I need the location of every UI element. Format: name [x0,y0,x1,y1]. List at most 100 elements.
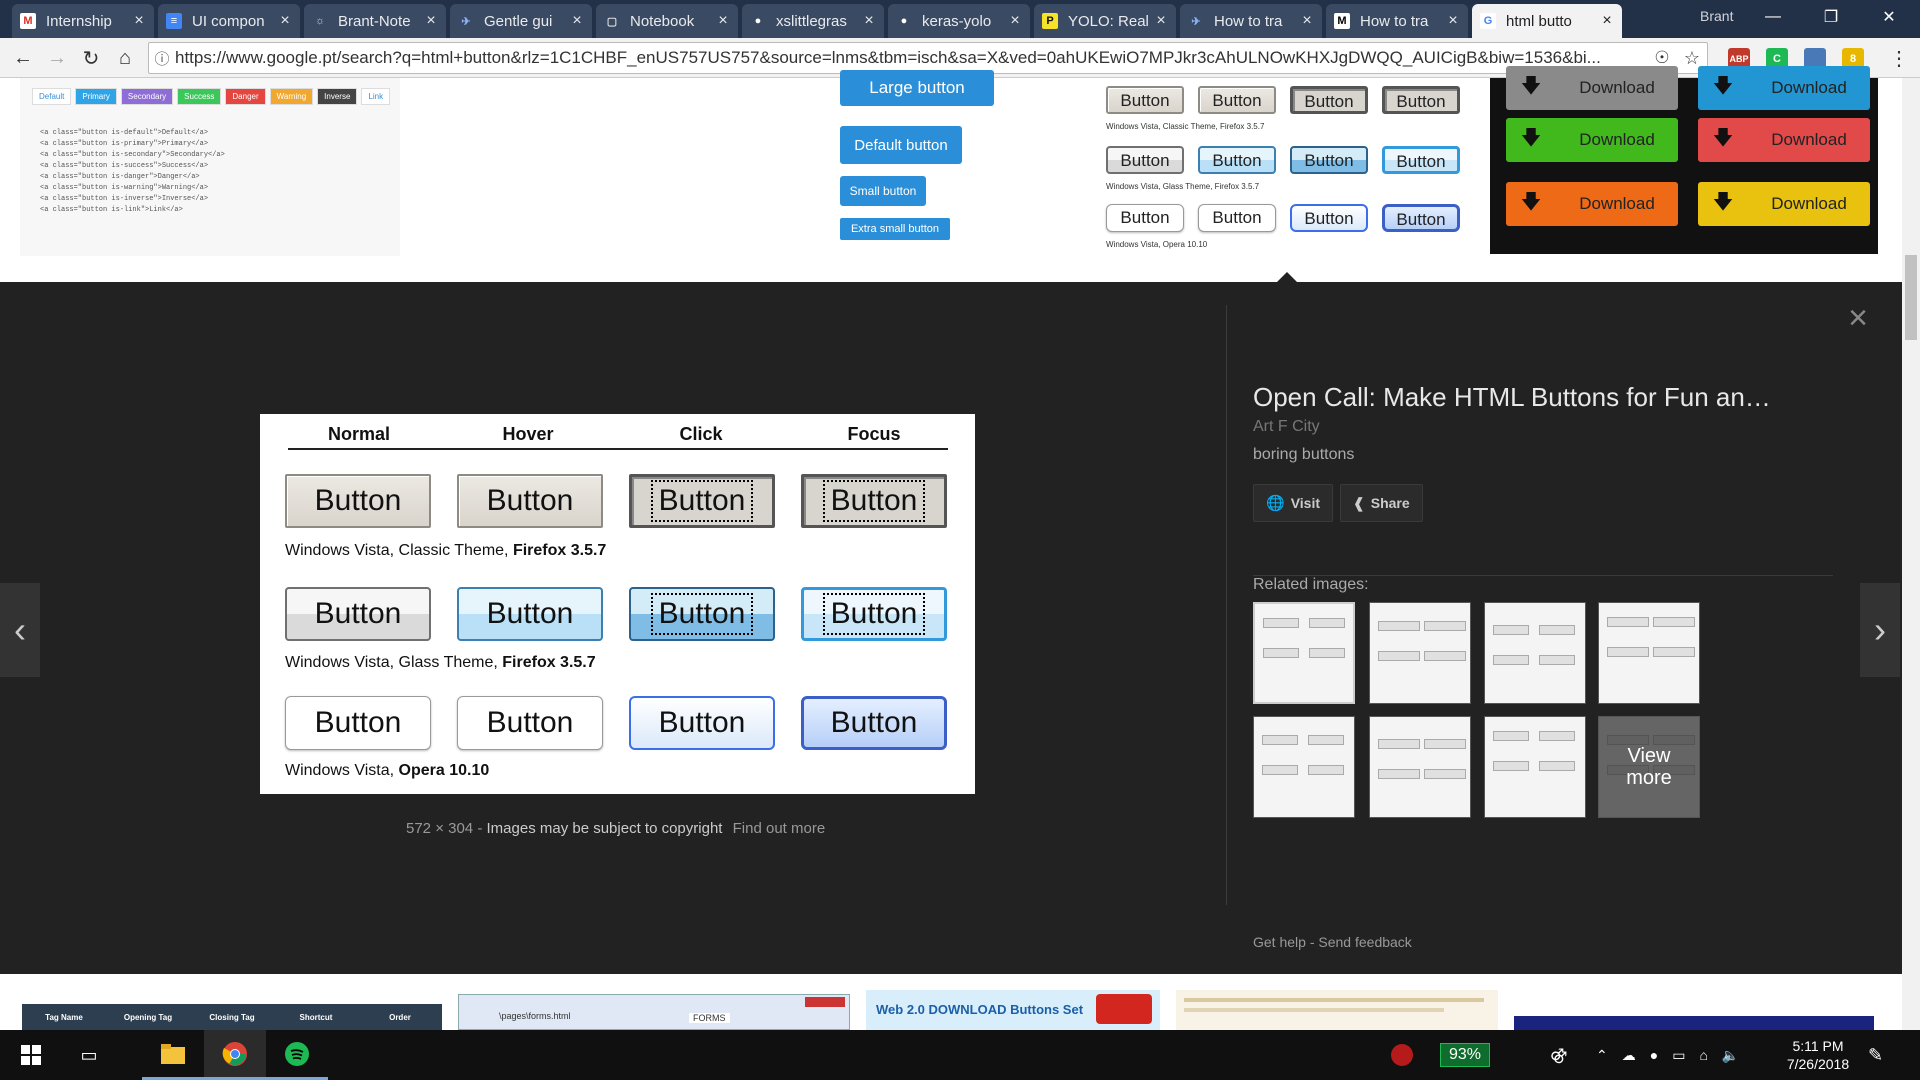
menu-icon[interactable]: ⋮ [1886,45,1912,71]
result-title[interactable]: Open Call: Make HTML Buttons for Fun an… [1253,382,1771,413]
thumb-download-buttons[interactable]: 🡇 Download 🡇 Download 🡇 Download 🡇 Download … [1490,66,1878,254]
app-tray-icon[interactable]: ● [1650,1047,1658,1063]
next-image-icon[interactable]: › [1860,583,1900,677]
thumb-small-button[interactable]: Small button [840,176,926,206]
vista-mini-label: Button [1120,151,1170,170]
tab-7[interactable]: P YOLO: Real × [1034,4,1176,38]
send-feedback-link[interactable]: Send feedback [1318,934,1411,950]
reload-icon[interactable]: ↻ [78,45,104,71]
tab-close-icon[interactable]: × [1446,12,1460,30]
related-image-5[interactable] [1369,716,1471,818]
location-icon[interactable]: ☉ [1647,48,1677,68]
related-image-4[interactable] [1253,716,1355,818]
preview-image[interactable]: Normal Hover Click Focus Button Button Button… [260,414,975,794]
info-icon[interactable]: ⓘ [149,48,175,69]
tab-close-icon[interactable]: × [570,12,584,30]
prev-image-icon[interactable]: ‹ [0,583,40,677]
dl-orange: 🡇 Download [1506,182,1678,226]
related-image-0[interactable] [1253,602,1355,704]
view-more-overlay[interactable]: View more [1599,717,1699,817]
tab-close-icon[interactable]: × [716,12,730,30]
related-image-1[interactable] [1369,602,1471,704]
tab-close-icon[interactable]: × [132,12,146,30]
tab-4[interactable]: ▢ Notebook × [596,4,738,38]
demo-button-label: Button [486,597,574,630]
tab-10[interactable]: Ghtml butto × [1472,4,1622,38]
url-text[interactable]: https://www.google.pt/search?q=html+butt… [175,48,1647,68]
find-out-more-link[interactable]: Find out more [733,820,826,837]
google-icon: G [1480,13,1496,29]
page-scrollbar[interactable] [1902,78,1920,1030]
thumb-web20[interactable]: Web 2.0 DOWNLOAD Buttons Set [866,990,1160,1030]
tab-6[interactable]: ● keras-yolo × [888,4,1030,38]
wifi-icon[interactable]: ⌂ [1699,1047,1707,1063]
chevron-up-icon[interactable]: ⌃ [1596,1047,1608,1064]
related-image-7[interactable]: View more [1598,716,1700,818]
scrollbar-thumb[interactable] [1905,255,1917,340]
tab-close-icon[interactable]: × [424,12,438,30]
tab-0[interactable]: M Internship × [12,4,154,38]
tab-close-icon[interactable]: × [862,12,876,30]
windows-start-icon[interactable] [0,1030,62,1080]
minimize-icon[interactable]: — [1744,0,1802,34]
battery-indicator[interactable]: 93% [1440,1030,1491,1080]
visit-button[interactable]: 🌐 Visit [1253,484,1333,522]
download-arrow-icon: 🡇 [1520,75,1542,97]
related-image-6[interactable] [1484,716,1586,818]
thumb-large-button[interactable]: Large button [840,70,994,106]
tab-8[interactable]: ✈ How to tra × [1180,4,1322,38]
thumb-bulma-buttons[interactable]: Default Primary Secondary Success Danger Warn… [20,78,400,256]
home-icon[interactable]: ⌂ [112,45,138,71]
back-icon[interactable]: ← [10,45,36,71]
caption-browser: Firefox 3.5.7 [512,542,607,559]
thumb-xs-button[interactable]: Extra small button [840,218,950,240]
tab-close-icon[interactable]: × [278,12,292,30]
thumb-forms-page[interactable]: \pages\forms.html FORMS [458,994,850,1030]
task-view-icon[interactable]: ▭ [58,1030,120,1080]
clock[interactable]: 5:11 PM 7/26/2018 [1770,1030,1866,1080]
people-icon[interactable]: ⚣ [1550,1030,1567,1080]
battery-icon[interactable]: ▭ [1672,1047,1685,1064]
demo-button: Button [457,474,603,528]
get-help-link[interactable]: Get help [1253,934,1306,950]
col-header: Hover [502,424,554,444]
tray-app-icon[interactable] [1390,1030,1414,1080]
thumb-tag-table[interactable]: Tag Name Opening Tag Closing Tag Shortcut Or… [22,1004,442,1030]
tab-close-icon[interactable]: × [1300,12,1314,30]
tab-9[interactable]: M How to tra × [1326,4,1468,38]
thumb-vista-buttons[interactable]: Button Button Button Button Windows Vista, C… [1100,78,1478,258]
volume-icon[interactable]: 🔈 [1722,1047,1739,1064]
close-window-icon[interactable]: ✕ [1860,0,1918,34]
spotify-icon[interactable] [266,1030,328,1080]
image-size: 572 × 304 [406,820,474,837]
tab-3[interactable]: ✈ Gentle gui × [450,4,592,38]
thumb-code-output[interactable] [1176,990,1498,1030]
thumb-content [1607,617,1649,627]
chrome-icon[interactable] [204,1030,266,1080]
code-line: <a class="button is-danger">Danger</a> [40,173,200,181]
tab-1[interactable]: ≡ UI compon × [158,4,300,38]
docs-icon: ≡ [166,13,182,29]
share-button[interactable]: ❰ Share [1340,484,1423,522]
close-panel-icon[interactable]: × [1844,301,1872,335]
related-image-2[interactable] [1484,602,1586,704]
tab-2[interactable]: ☼ Brant-Note × [304,4,446,38]
tab-close-icon[interactable]: × [1154,12,1168,30]
cloud-icon[interactable]: ☁ [1622,1047,1636,1064]
tab-close-icon[interactable]: × [1008,12,1022,30]
tab-5[interactable]: ● xslittlegras × [742,4,884,38]
forward-icon[interactable]: → [44,45,70,71]
thumb-content [1378,621,1420,631]
restore-icon[interactable]: ❐ [1802,0,1860,34]
demo-button-label: Button [314,706,402,739]
tab-close-icon[interactable]: × [1600,12,1614,30]
profile-name[interactable]: Brant [1700,8,1733,24]
file-explorer-icon[interactable] [142,1030,204,1080]
related-image-3[interactable] [1598,602,1700,704]
thumb-code-heading[interactable] [1514,1016,1874,1030]
thumb-default-button[interactable]: Default button [840,126,962,164]
notifications-icon[interactable]: ✎ [1868,1030,1883,1080]
demo-button: Button [801,587,947,641]
result-source[interactable]: Art F City [1253,418,1320,436]
vista-mini-button: Button [1290,86,1368,114]
